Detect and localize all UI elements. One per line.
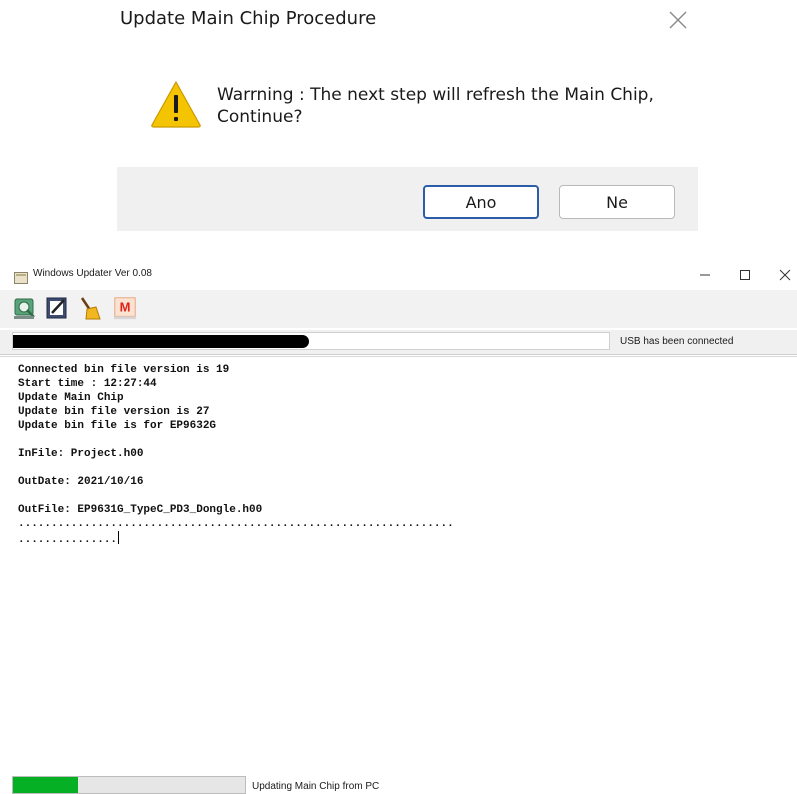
maximize-icon[interactable] — [734, 264, 756, 286]
minimize-icon[interactable] — [694, 264, 716, 286]
log-line: Update bin file is for EP9632G — [18, 420, 217, 432]
usb-status-label: USB has been connected — [620, 336, 734, 347]
text-caret — [118, 531, 120, 544]
path-bar: USB has been connected — [0, 330, 797, 355]
update-confirm-dialog: Update Main Chip Procedure Warrning : Th… — [0, 0, 797, 240]
updater-window: Windows Updater Ver 0.08 M USB has been … — [0, 258, 797, 794]
toolbar: M — [0, 290, 797, 328]
log-line: Update bin file version is 27 — [18, 406, 210, 418]
log-line: ........................................… — [18, 518, 454, 530]
dialog-message: Warrning : The next step will refresh th… — [217, 84, 687, 128]
log-line: ............... — [18, 534, 118, 546]
log-text: Connected bin file version is 19 Start t… — [18, 363, 454, 547]
log-line: Start time : 12:27:44 — [18, 378, 157, 390]
log-line: InFile: Project.h00 — [18, 448, 144, 460]
progress-fill — [13, 777, 78, 793]
redaction-mark — [13, 335, 309, 348]
svg-text:M: M — [120, 300, 131, 315]
window-close-icon[interactable] — [774, 264, 796, 286]
status-text: Updating Main Chip from PC — [252, 781, 380, 792]
file-path-field[interactable] — [12, 332, 610, 350]
progress-bar — [12, 776, 246, 794]
log-line: Connected bin file version is 19 — [18, 364, 230, 376]
dialog-message-line1: Warrning : The next step will refresh th… — [217, 85, 654, 105]
title-bar: Windows Updater Ver 0.08 — [0, 258, 797, 290]
dialog-title: Update Main Chip Procedure — [120, 8, 377, 29]
no-button[interactable]: Ne — [559, 185, 675, 219]
app-icon — [14, 269, 28, 284]
close-icon[interactable] — [668, 10, 688, 30]
chip-read-icon[interactable] — [12, 294, 38, 322]
yes-button[interactable]: Ano — [423, 185, 539, 219]
edit-icon[interactable] — [44, 294, 70, 322]
warning-triangle-icon — [150, 80, 202, 128]
status-bar: Updating Main Chip from PC — [0, 776, 797, 794]
broom-icon[interactable] — [76, 294, 102, 322]
window-title: Windows Updater Ver 0.08 — [33, 268, 152, 279]
log-output[interactable]: Connected bin file version is 19 Start t… — [0, 356, 797, 767]
mstar-logo-icon[interactable]: M — [112, 294, 138, 322]
dialog-message-line2: Continue? — [217, 107, 303, 127]
log-line: OutDate: 2021/10/16 — [18, 476, 144, 488]
log-line: OutFile: EP9631G_TypeC_PD3_Dongle.h00 — [18, 504, 263, 516]
log-line: Update Main Chip — [18, 392, 124, 404]
